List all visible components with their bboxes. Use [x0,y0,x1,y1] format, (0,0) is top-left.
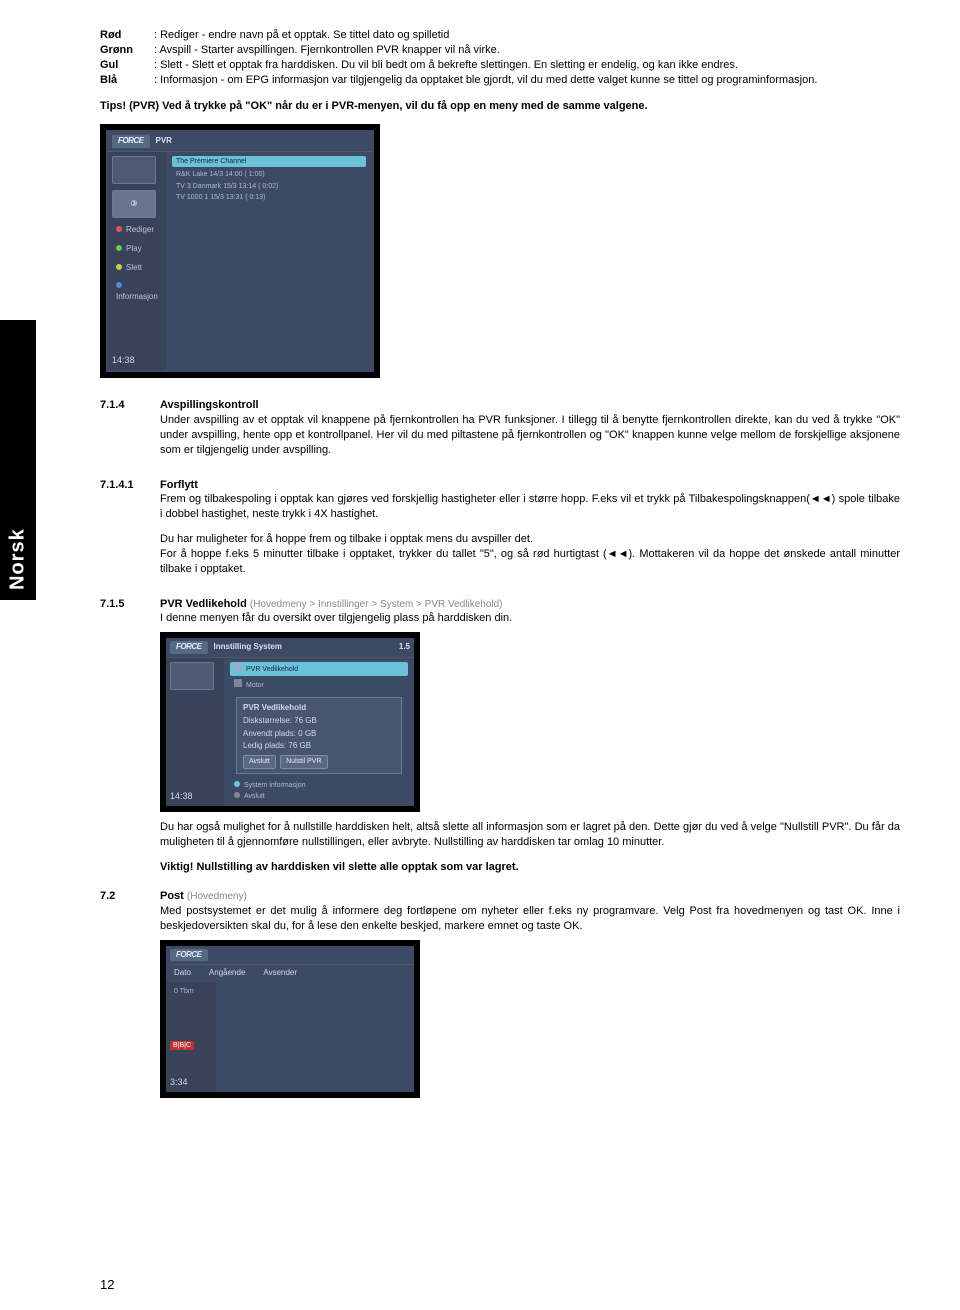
color-label: Grønn [100,43,154,58]
menu-item: Rediger [112,224,162,237]
info-icon [234,781,240,787]
panel-row: Diskstørrelse: 76 GB [243,715,395,728]
screenshot-main [216,982,414,1092]
screenshot-header: FORCE PVR [108,132,372,152]
color-row-red: Rød : Rediger - endre navn på et opptak.… [100,28,900,43]
tab-label: Angående [209,968,245,979]
section-7-1-5: 7.1.5 PVR Vedlikehold (Hovedmeny > Innst… [100,597,900,885]
list-row: TV 1000 1 15/3 13:31 ( 0:13) [172,192,366,203]
color-row-blue: Blå : Informasjon - om EPG informasjon v… [100,73,900,88]
screenshot-sidebar: 0 Tbm B|B|C 3:34 [166,982,216,1092]
color-key-list: Rød : Rediger - endre navn på et opptak.… [100,28,900,87]
section-7-2: 7.2 Post (Hovedmeny) Med postsystemet er… [100,889,900,1106]
header-number: 1.5 [399,642,410,653]
page-content: Rød : Rediger - endre navn på et opptak.… [0,0,960,1136]
color-row-yellow: Gul : Slett - Slett et opptak fra harddi… [100,58,900,73]
section-7-1-4: 7.1.4 Avspillingskontroll Under avspilli… [100,398,900,467]
time-label: 14:38 [112,346,162,366]
section-text: Frem og tilbakespoling i opptak kan gjør… [160,492,900,522]
color-label: Gul [100,58,154,73]
color-text: : Avspill - Starter avspillingen. Fjernk… [154,43,900,58]
screenshot-sidebar: 14:38 [166,658,224,806]
list-row-selected: The Premiere Channel [172,156,366,167]
brand-logo: FORCE [170,641,208,654]
menu-item: Play [112,243,162,256]
screenshot-post: FORCE Dato Angående Avsender 0 Tbm B|B|C… [160,940,420,1099]
section-text: Du har også mulighet for å nullstille ha… [160,820,900,850]
brand-logo: FORCE [170,949,208,962]
section-title: PVR Vedlikehold [160,598,247,610]
panel-row: Anvendt plads: 0 GB [243,728,395,741]
list-row: TV 3 Danmark 15/3 13:14 ( 0:02) [172,181,366,192]
language-tab: Norsk [0,320,36,600]
section-number: 7.1.4.1 [100,478,160,587]
thumbnail-image [170,662,214,690]
panel-row: Ledig plads: 76 GB [243,740,395,753]
blue-bullet-icon [116,282,122,288]
list-row: Motor [230,678,408,691]
yellow-bullet-icon [116,264,122,270]
page-number: 12 [100,1276,114,1294]
screenshot-header: FORCE [166,946,414,966]
time-label: 14:38 [170,782,220,802]
section-text: Du har muligheter for å hoppe frem og ti… [160,532,900,547]
section-title: Post [160,890,184,902]
panel-title: PVR Vedlikehold [243,702,395,715]
tab-label: Dato [174,968,191,979]
section-text: Med postsystemet er det mulig å informer… [160,904,900,934]
tab-label: Avsender [263,968,297,979]
menu-item: Informasjon [112,280,162,304]
button: Avslutt [243,755,276,768]
important-text: Viktig! Nullstilling av harddisken vil s… [160,860,900,875]
thumbnail-image [112,156,156,184]
bbc-logo: B|B|C [170,1041,194,1050]
green-bullet-icon [116,245,122,251]
time-label: 3:34 [170,1068,212,1088]
section-number: 7.1.4 [100,398,160,467]
list-row-selected: PVR Vedlikehold [230,662,408,675]
screenshot-pvr-maintenance: FORCE Innstilling System 1.5 14:38 PVR V… [160,632,420,812]
color-text: : Informasjon - om EPG informasjon var t… [154,73,900,88]
screenshot-pvr-menu: FORCE PVR ③ Rediger Play Slett Informasj… [100,124,380,378]
section-title: Forflytt [160,479,198,491]
list-row: System informasjon [230,780,408,791]
screenshot-main: The Premiere Channel R&K Lake 14/3 14:00… [166,152,372,370]
section-text: Under avspilling av et opptak vil knappe… [160,413,900,458]
tab-header: Dato Angående Avsender [166,965,414,982]
brand-logo: FORCE [112,135,150,148]
breadcrumb: (Hovedmeny > Innstillinger > System > PV… [250,599,503,610]
screenshot-title: Innstilling System [214,642,282,653]
list-row: R&K Lake 14/3 14:00 ( 1:00) [172,169,366,180]
side-label: 0 Tbm [170,986,212,997]
exit-icon [234,792,240,798]
color-row-green: Grønn : Avspill - Starter avspillingen. … [100,43,900,58]
button: Nulstil PVR [280,755,327,768]
section-7-1-4-1: 7.1.4.1 Forflytt Frem og tilbakespoling … [100,478,900,587]
screenshot-main: PVR Vedlikehold Motor PVR Vedlikehold Di… [224,658,414,806]
info-panel: PVR Vedlikehold Diskstørrelse: 76 GB Anv… [236,697,402,774]
color-text: : Rediger - endre navn på et opptak. Se … [154,28,900,43]
menu-item: Slett [112,262,162,275]
section-title: Avspillingskontroll [160,399,259,411]
section-text: I denne menyen får du oversikt over tilg… [160,611,900,626]
breadcrumb: (Hovedmeny) [187,891,247,902]
section-number: 7.1.5 [100,597,160,885]
section-text: For å hoppe f.eks 5 minutter tilbake i o… [160,547,900,577]
color-text: : Slett - Slett et opptak fra harddisken… [154,58,900,73]
screenshot-header: FORCE Innstilling System 1.5 [166,638,414,658]
section-number: 7.2 [100,889,160,1106]
color-label: Rød [100,28,154,43]
thumbnail-image: ③ [112,190,156,218]
red-bullet-icon [116,226,122,232]
screenshot-sidebar: ③ Rediger Play Slett Informasjon 14:38 [108,152,166,370]
tips-text: Tips! (PVR) Ved å trykke på "OK" når du … [100,99,900,114]
color-label: Blå [100,73,154,88]
list-row: Avslutt [230,791,408,802]
screenshot-title: PVR [156,136,172,147]
